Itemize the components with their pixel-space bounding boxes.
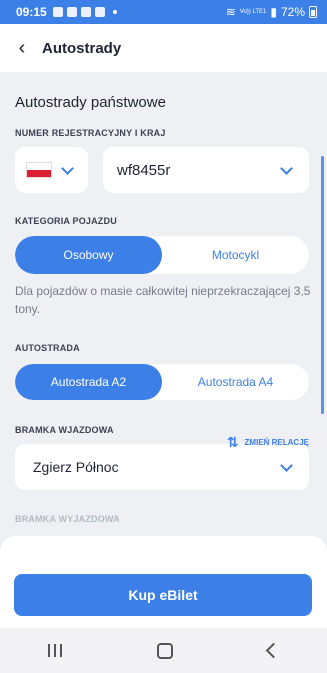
plate-value: wf8455r: [117, 161, 171, 179]
system-nav-bar: [0, 628, 327, 673]
exit-gate-label: BRAMKA WYJAZDOWA: [15, 514, 120, 524]
signal-icon: ▮: [270, 5, 277, 19]
main-content[interactable]: Autostrady państwowe NUMER REJESTRACYJNY…: [0, 72, 327, 552]
country-select[interactable]: [15, 147, 88, 193]
home-icon[interactable]: [156, 642, 173, 659]
vehicle-category-label: KATEGORIA POJAZDU: [15, 216, 117, 226]
status-time: 09:15: [16, 5, 47, 19]
chevron-down-icon: [61, 161, 74, 175]
highway-option-a4[interactable]: Autostrada A4: [162, 364, 309, 400]
vehicle-category-toggle: Osobowy Motocykl: [15, 236, 309, 274]
battery-icon: [309, 6, 317, 18]
chevron-down-icon: [280, 458, 293, 472]
page-title: Autostrady: [42, 39, 122, 57]
bottom-sheet: Kup eBilet: [0, 536, 327, 628]
app-bar: ‹ Autostrady: [0, 24, 327, 72]
notification-icon: [66, 7, 77, 17]
weight-hint: Dla pojazdów o masie całkowitej nieprzek…: [15, 284, 311, 316]
swap-relation-label: ZMIEŃ RELACJĘ: [244, 438, 309, 447]
scrollbar[interactable]: [321, 156, 324, 414]
entry-gate-label: BRAMKA WJAZDOWA: [15, 425, 114, 435]
notification-icon: [52, 7, 63, 17]
section-title: Autostrady państwowe: [15, 94, 166, 111]
chevron-down-icon: [280, 161, 293, 175]
highway-toggle: Autostrada A2 Autostrada A4: [15, 364, 309, 400]
back-arrow-icon[interactable]: ‹: [12, 38, 32, 58]
notification-icon: [94, 7, 105, 17]
registration-label: NUMER REJESTRACYJNY I KRAJ: [15, 128, 166, 138]
highway-option-a2[interactable]: Autostrada A2: [15, 364, 162, 400]
category-option-osobowy[interactable]: Osobowy: [15, 236, 162, 274]
battery-percent: 72%: [280, 5, 305, 19]
category-option-motocykl[interactable]: Motocykl: [162, 236, 309, 274]
entry-gate-value: Zgierz Północ: [33, 459, 119, 475]
wifi-icon: ≋: [225, 5, 236, 19]
buy-ticket-button[interactable]: Kup eBilet: [14, 574, 312, 616]
volte-icon: Vo)) LTE1: [239, 9, 267, 15]
back-icon[interactable]: [266, 642, 282, 659]
highway-label: AUTOSTRADA: [15, 343, 80, 353]
poland-flag-icon: [27, 163, 51, 177]
plate-select[interactable]: wf8455r: [103, 147, 309, 193]
swap-relation-button[interactable]: ⇅ ZMIEŃ RELACJĘ: [227, 434, 309, 451]
swap-arrows-icon: ⇅: [226, 434, 239, 450]
notification-icon: [80, 7, 91, 17]
status-bar: 09:15 ≋ Vo)) LTE1 ▮ 72%: [0, 0, 327, 24]
recent-apps-icon[interactable]: [47, 644, 62, 657]
more-notifications-icon: [112, 10, 117, 14]
